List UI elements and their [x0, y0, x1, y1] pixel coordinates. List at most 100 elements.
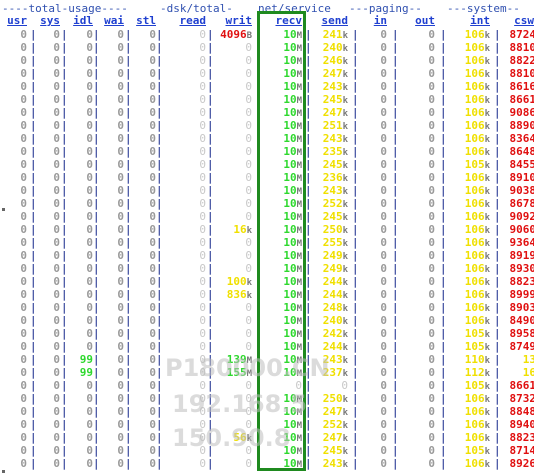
column-separator: | — [93, 301, 100, 314]
cell-stl: 0 — [149, 41, 156, 54]
column-separator: | — [156, 236, 163, 249]
column-separator: | — [392, 418, 399, 431]
column-separator: | — [440, 210, 447, 223]
column-separator: | — [156, 262, 163, 275]
table-row: 0 0 0 0 0 0 0 10M 249k 0 0 106k 8919 | | | | | | | | | | | | — [0, 249, 534, 262]
cell-csw: 13 — [522, 353, 534, 366]
column-separator: | — [392, 54, 399, 67]
column-separator: | — [125, 418, 132, 431]
column-separator: | — [30, 340, 37, 353]
cell-wai: 0 — [117, 132, 124, 145]
column-separator: | — [156, 80, 163, 93]
column-separator: | — [61, 197, 68, 210]
column-separator: | — [125, 301, 132, 314]
column-separator: | — [494, 158, 501, 171]
table-row: 0 0 0 0 0 0 0 10M 252k 0 0 106k 8678 | | | | | | | | | | | | — [0, 197, 534, 210]
column-separator: | — [352, 41, 359, 54]
cell-in: 0 — [380, 158, 387, 171]
column-separator: | — [392, 249, 399, 262]
table-row: 0 0 0 0 0 0 0 10M 243k 0 0 106k 8926 | | | | | | | | | | | | — [0, 457, 534, 470]
terminal-dstat-output: ----total-usage---- -dsk/total- net/serv… — [0, 0, 534, 475]
column-separator: | — [392, 431, 399, 444]
column-separator: | — [156, 249, 163, 262]
column-separator: | — [156, 392, 163, 405]
cell-stl: 0 — [149, 93, 156, 106]
cell-sys: 0 — [53, 262, 60, 275]
cell-idl: 99 — [79, 353, 93, 366]
column-separator: | — [255, 41, 262, 54]
column-separator: | — [207, 288, 214, 301]
cell-wai: 0 — [117, 249, 124, 262]
cell-in: 0 — [380, 93, 387, 106]
column-separator: | — [125, 366, 132, 379]
table-row: 0 0 0 0 0 0 0 10M 249k 0 0 106k 8930 | | | | | | | | | | | | — [0, 262, 534, 275]
column-separator: | — [30, 41, 37, 54]
cell-sys: 0 — [53, 379, 60, 392]
table-row: 0 0 0 0 0 0 56k 10M 247k 0 0 106k 8823 | | | | | | | | | | | | — [0, 431, 534, 444]
cell-wai: 0 — [117, 67, 124, 80]
column-separator: | — [440, 418, 447, 431]
cell-sys: 0 — [53, 431, 60, 444]
cell-sys: 0 — [53, 158, 60, 171]
cell-csw: 8823 — [509, 275, 534, 288]
cell-out: 0 — [428, 184, 435, 197]
column-separator: | — [392, 353, 399, 366]
column-separator: | — [352, 301, 359, 314]
cell-out: 0 — [428, 457, 435, 470]
cell-wai: 0 — [117, 288, 124, 301]
column-separator: | — [305, 119, 312, 132]
cell-sys: 0 — [53, 249, 60, 262]
column-separator: | — [255, 54, 262, 67]
column-separator: | — [61, 379, 68, 392]
column-separator: | — [207, 392, 214, 405]
cell-idl: 0 — [86, 457, 93, 470]
col-header-wai: wai — [104, 14, 124, 27]
cell-wai: 0 — [117, 28, 124, 41]
column-separator: | — [61, 366, 68, 379]
column-separator: | — [392, 405, 399, 418]
column-separator: | — [305, 223, 312, 236]
cell-in: 0 — [380, 366, 387, 379]
column-separator: | — [255, 158, 262, 171]
column-separator: | — [392, 301, 399, 314]
table-row: 0 0 0 0 0 0 0 10M 240k 0 0 106k 8490 | | | | | | | | | | | | — [0, 314, 534, 327]
cell-idl: 0 — [86, 288, 93, 301]
column-separator: | — [305, 106, 312, 119]
cell-out: 0 — [428, 171, 435, 184]
cell-idl: 0 — [86, 262, 93, 275]
column-separator: | — [494, 366, 501, 379]
cell-stl: 0 — [149, 288, 156, 301]
cell-csw: 8678 — [509, 197, 534, 210]
cell-in: 0 — [380, 340, 387, 353]
cell-usr: 0 — [20, 340, 27, 353]
cell-wai: 0 — [117, 158, 124, 171]
cell-stl: 0 — [149, 405, 156, 418]
column-separator: | — [392, 314, 399, 327]
column-separator: | — [30, 210, 37, 223]
column-separator: | — [125, 171, 132, 184]
col-header-int: int — [470, 14, 490, 27]
cell-sys: 0 — [53, 54, 60, 67]
cell-wai: 0 — [117, 301, 124, 314]
column-separator: | — [494, 236, 501, 249]
cell-idl: 0 — [86, 93, 93, 106]
cell-usr: 0 — [20, 444, 27, 457]
col-header-csw: csw — [514, 14, 534, 27]
column-separator: | — [61, 54, 68, 67]
cell-out: 0 — [428, 353, 435, 366]
cell-sys: 0 — [53, 41, 60, 54]
cell-csw: 8926 — [509, 457, 534, 470]
cell-csw: 8999 — [509, 288, 534, 301]
column-separator: | — [305, 301, 312, 314]
column-separator: | — [255, 223, 262, 236]
column-separator: | — [255, 93, 262, 106]
column-separator: | — [305, 184, 312, 197]
margin-marker — [2, 470, 5, 473]
column-separator: | — [156, 288, 163, 301]
column-separator: | — [255, 314, 262, 327]
cell-out: 0 — [428, 67, 435, 80]
column-separator: | — [494, 184, 501, 197]
column-separator: | — [30, 67, 37, 80]
column-separator: | — [392, 236, 399, 249]
column-separator: | — [93, 93, 100, 106]
